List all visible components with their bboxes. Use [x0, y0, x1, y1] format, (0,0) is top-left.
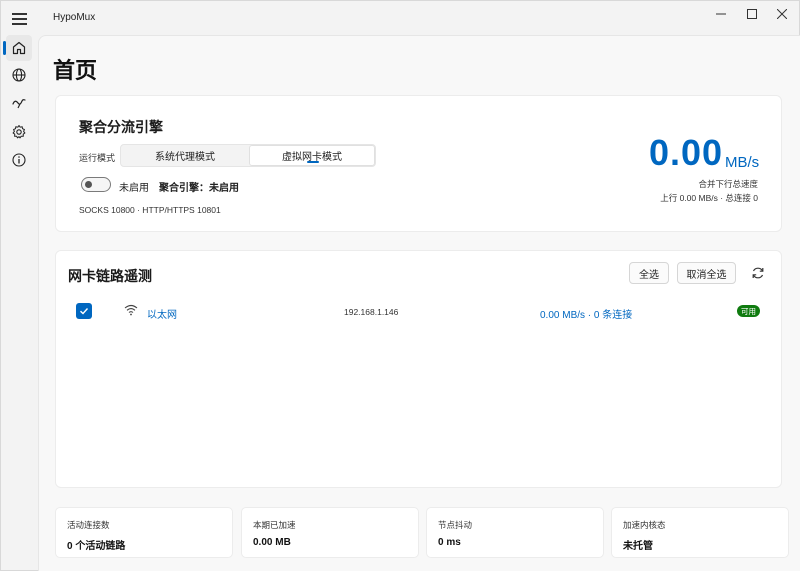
engine-toggle[interactable] — [81, 177, 111, 192]
toggle-knob — [85, 181, 92, 188]
page-title: 首页 — [53, 58, 98, 83]
stat-value: 0.00 MB — [253, 537, 291, 548]
stat-card-kernel: 加速内核态 未托管 — [611, 507, 789, 558]
interface-name[interactable]: 以太网 — [147, 306, 177, 321]
engine-status: 聚合引擎：未启用 — [159, 183, 239, 194]
gear-icon — [12, 125, 26, 139]
stat-label: 活动连接数 — [67, 520, 110, 530]
stat-value: 0 个活动链路 — [67, 541, 126, 552]
links-card: 网卡链路遥测 全选 取消全选 以太网 192.168.1.146 0.00 MB… — [55, 250, 782, 488]
stat-label: 加速内核态 — [623, 520, 666, 530]
row-checkbox[interactable] — [76, 303, 92, 319]
engine-title: 聚合分流引擎 — [79, 119, 163, 135]
speed-caption: 合并下行总速度 — [698, 179, 758, 189]
refresh-icon — [752, 267, 764, 279]
selected-mode-indicator — [307, 160, 319, 163]
deselect-all-button[interactable]: 取消全选 — [677, 262, 736, 284]
select-all-button[interactable]: 全选 — [629, 262, 669, 284]
mode-label: 运行模式 — [79, 153, 116, 163]
nav-item-settings[interactable] — [6, 119, 32, 145]
table-row[interactable]: 以太网 192.168.1.146 0.00 MB/s · 0 条连接 可用 — [68, 300, 771, 324]
hamburger-menu-icon[interactable] — [9, 7, 31, 29]
nav-item-speed[interactable] — [6, 90, 32, 116]
close-button[interactable] — [767, 4, 797, 24]
interface-traffic: 0.00 MB/s · 0 条连接 — [540, 310, 633, 321]
nav-item-home[interactable] — [6, 35, 32, 61]
status-badge: 可用 — [737, 305, 760, 317]
stat-label: 本期已加速 — [253, 520, 296, 530]
toggle-label: 未启用 — [119, 183, 149, 194]
stat-card-active-connections: 活动连接数 0 个活动链路 — [55, 507, 233, 558]
minimize-icon — [716, 13, 726, 15]
interface-ip: 192.168.1.146 — [344, 307, 399, 317]
stat-value: 0 ms — [438, 537, 461, 548]
app-window: HypoMux 首页 聚合分流引擎 运行模式 系统代理模式 虚拟网卡模式 未启用… — [0, 0, 800, 571]
globe-icon — [12, 68, 26, 82]
checkmark-icon — [80, 308, 89, 315]
stat-card-accelerated: 本期已加速 0.00 MB — [241, 507, 419, 558]
nav-item-about[interactable] — [6, 147, 32, 173]
stat-card-jitter: 节点抖动 0 ms — [426, 507, 604, 558]
app-title: HypoMux — [53, 12, 96, 23]
maximize-icon — [747, 9, 757, 19]
speed-value: 0.00 — [649, 132, 724, 173]
maximize-button[interactable] — [737, 4, 767, 24]
mode-option-virtual-nic[interactable]: 虚拟网卡模式 — [249, 145, 375, 166]
engine-card: 聚合分流引擎 运行模式 系统代理模式 虚拟网卡模式 未启用 聚合引擎：未启用 S… — [55, 95, 782, 232]
speedometer-icon — [12, 99, 26, 109]
stat-label: 节点抖动 — [438, 520, 473, 530]
refresh-button[interactable] — [749, 264, 767, 282]
nav-item-network[interactable] — [6, 62, 32, 88]
close-icon — [777, 9, 787, 19]
speed-subinfo: 上行 0.00 MB/s · 总连接 0 — [660, 193, 758, 203]
wifi-icon — [124, 304, 138, 316]
mode-selector: 系统代理模式 虚拟网卡模式 — [120, 144, 376, 167]
home-icon — [12, 41, 26, 55]
mode-option-system-proxy[interactable]: 系统代理模式 — [121, 145, 249, 166]
links-title: 网卡链路遥测 — [68, 268, 152, 284]
ports-info: SOCKS 10800 · HTTP/HTTPS 10801 — [79, 205, 221, 215]
info-icon — [12, 153, 26, 167]
minimize-button[interactable] — [706, 4, 736, 24]
speed-unit: MB/s — [725, 154, 760, 171]
stat-value: 未托管 — [623, 541, 653, 552]
sidebar — [1, 35, 37, 571]
title-bar: HypoMux — [1, 1, 800, 35]
